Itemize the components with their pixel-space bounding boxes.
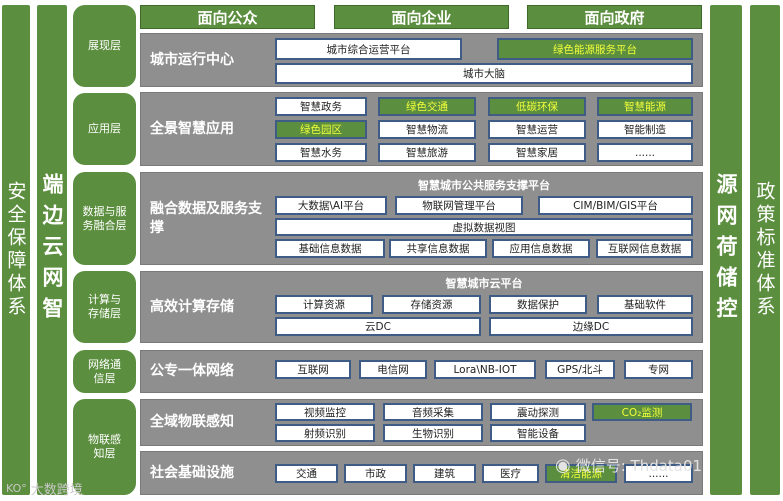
policy-standard-label: 政策标准体系	[753, 181, 776, 319]
row-title-city: 城市运行中心	[150, 51, 234, 68]
box-iot-mgmt: 物联网管理平台	[395, 196, 523, 215]
security-system-label: 安全保障体系	[4, 181, 27, 319]
source-grid-label: 源网荷储控	[714, 172, 738, 328]
box-rfid: 射频识别	[275, 424, 375, 442]
box-municipal: 市政	[344, 464, 407, 483]
row-title-apps: 全景智慧应用	[150, 120, 234, 137]
box-shared-info: 共享信息数据	[389, 239, 487, 258]
box-app-manufact: 智能制造	[597, 120, 693, 139]
box-green-energy-platform: 绿色能源服务平台	[497, 38, 693, 60]
layer-presentation: 展现层	[73, 5, 136, 87]
box-lora-nbiot: Lora\NB-IOT	[434, 360, 536, 379]
compute-platform-title: 智慧城市云平台	[445, 277, 523, 290]
box-app-traffic: 绿色交通	[378, 97, 476, 116]
box-app-gov: 智慧政务	[275, 97, 367, 116]
box-smart-device: 智能设备	[490, 424, 586, 442]
box-app-eco: 低碳环保	[488, 97, 586, 116]
security-system-column: 安全保障体系	[2, 5, 30, 495]
edge-cloud-label: 端边云网智	[40, 172, 64, 328]
audience-public: 面向公众	[140, 5, 315, 29]
box-app-info: 应用信息数据	[492, 239, 590, 258]
box-private-net: 专网	[624, 360, 693, 379]
wechat-icon: ◉	[555, 454, 571, 476]
row-title-data: 融合数据及服务支撑	[150, 201, 262, 236]
audience-government: 面向政府	[527, 5, 702, 29]
box-video: 视频监控	[275, 403, 375, 421]
data-platform-title: 智慧城市公共服务支撑平台	[418, 179, 550, 192]
box-audio: 音频采集	[383, 403, 483, 421]
logo-icon: KO°	[6, 481, 27, 495]
box-compute-res: 计算资源	[275, 295, 373, 314]
box-app-home: 智慧家居	[488, 143, 586, 162]
layer-application: 应用层	[73, 93, 136, 165]
watermark-right: ◉ 微信号: Thdata01	[555, 454, 703, 476]
row-title-infra: 社会基础设施	[150, 464, 234, 481]
box-vibration: 震动探测	[490, 403, 586, 421]
box-cloud-dc: 云DC	[275, 317, 481, 336]
source-grid-column: 源网荷储控	[710, 5, 742, 495]
layer-data-service: 数据与服务融合层	[73, 172, 136, 265]
row-title-compute: 高效计算存储	[150, 298, 234, 315]
edge-cloud-column: 端边云网智	[37, 5, 67, 495]
box-biometric: 生物识别	[383, 424, 483, 442]
box-virtual-view: 虚拟数据视图	[275, 218, 693, 236]
row-title-iot: 全域物联感知	[150, 414, 234, 431]
box-app-operation: 智慧运营	[488, 120, 586, 139]
box-app-tourism: 智慧旅游	[378, 143, 476, 162]
audience-enterprise: 面向企业	[334, 5, 509, 29]
box-internet-info: 互联网信息数据	[596, 239, 693, 258]
box-edge-dc: 边缘DC	[489, 317, 693, 336]
box-medical: 医疗	[482, 464, 539, 483]
watermark-left: KO° 大数跨境	[6, 481, 83, 498]
layer-compute-storage: 计算与存储层	[73, 271, 136, 343]
box-app-more: ......	[597, 143, 693, 162]
box-data-protect: 数据保护	[489, 295, 587, 314]
box-cim-bim-gis: CIM/BIM/GIS平台	[538, 196, 693, 215]
box-app-park: 绿色园区	[275, 120, 367, 139]
box-bigdata-ai: 大数据\AI平台	[275, 196, 387, 215]
box-telecom: 电信网	[359, 360, 427, 379]
box-app-water: 智慧水务	[275, 143, 367, 162]
policy-standard-column: 政策标准体系	[750, 5, 780, 495]
layer-network: 网络通信层	[73, 350, 136, 393]
box-gps-beidou: GPS/北斗	[545, 360, 615, 379]
box-storage-res: 存储资源	[382, 295, 481, 314]
box-city-ops-platform: 城市综合运营平台	[275, 38, 462, 60]
box-transport: 交通	[275, 464, 338, 483]
box-internet: 互联网	[275, 360, 351, 379]
box-app-energy: 智慧能源	[597, 97, 693, 116]
box-basic-info: 基础信息数据	[275, 239, 385, 258]
box-city-brain: 城市大脑	[275, 63, 693, 84]
box-co2: CO₂监测	[592, 403, 692, 421]
row-title-network: 公专一体网络	[150, 363, 234, 380]
box-building: 建筑	[413, 464, 476, 483]
box-base-software: 基础软件	[597, 295, 693, 314]
box-app-logistics: 智慧物流	[378, 120, 476, 139]
